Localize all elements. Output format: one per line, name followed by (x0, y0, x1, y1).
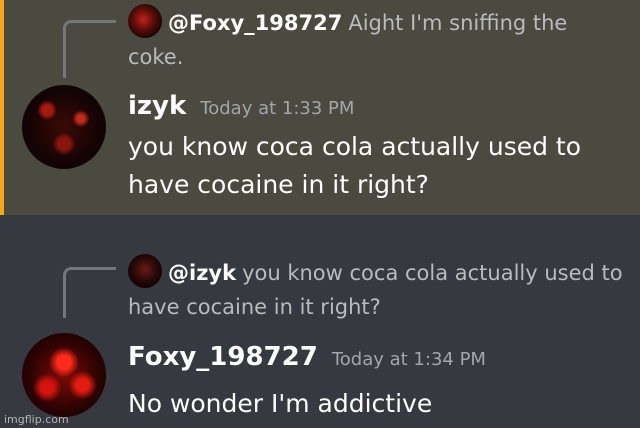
author-name[interactable]: Foxy_198727 (128, 342, 318, 372)
reply-avatar[interactable] (128, 4, 162, 38)
reply-author-mention[interactable]: @izyk (168, 261, 236, 285)
avatar[interactable] (22, 85, 106, 169)
message-content: No wonder I'm addictive (128, 389, 433, 418)
message-header: Foxy_198727 Today at 1:34 PM (128, 339, 486, 375)
message-foxy[interactable]: @izyk you know coca cola actually used to… (0, 215, 640, 428)
reply-author-mention[interactable]: @Foxy_198727 (168, 11, 342, 35)
mention-highlight-bar (0, 0, 4, 215)
reply-connector (63, 20, 116, 78)
avatar[interactable] (22, 333, 106, 417)
imgflip-watermark: imgflip.com (4, 413, 69, 426)
message-izyk[interactable]: @Foxy_198727 Aight I'm sniffing the coke.… (0, 0, 640, 215)
reply-preview[interactable]: @izyk you know coca cola actually used to… (128, 254, 626, 324)
reply-preview[interactable]: @Foxy_198727 Aight I'm sniffing the coke. (128, 4, 626, 74)
message-header: izyk Today at 1:33 PM (128, 88, 354, 124)
reply-avatar[interactable] (128, 254, 162, 288)
author-name[interactable]: izyk (128, 91, 186, 121)
message-content: you know coca cola actually used to have… (128, 132, 582, 199)
timestamp: Today at 1:34 PM (331, 349, 486, 370)
timestamp: Today at 1:33 PM (200, 98, 355, 119)
reply-connector (63, 267, 116, 318)
